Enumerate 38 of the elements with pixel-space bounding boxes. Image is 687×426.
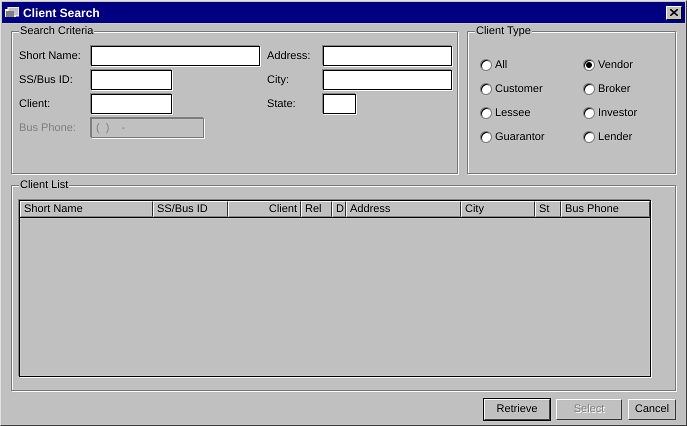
input-field[interactable] — [323, 70, 452, 90]
field-label: City: — [267, 72, 290, 88]
column-header[interactable]: Rel — [301, 201, 332, 217]
field-label: Client: — [19, 96, 52, 112]
input-field[interactable] — [91, 46, 260, 66]
close-icon — [670, 9, 678, 16]
column-header[interactable]: D — [332, 201, 346, 217]
field-label: State: — [267, 96, 297, 112]
client-list[interactable]: Short Name SS/Bus ID Client Rel D Address City St Bus Phone — [19, 200, 651, 377]
column-header[interactable]: Address — [346, 201, 461, 217]
field-label: Address: — [267, 48, 312, 64]
radio-option[interactable]: Vendor — [583, 53, 673, 77]
input-field[interactable] — [91, 70, 172, 90]
field-label: Short Name: — [19, 48, 82, 64]
radio-option[interactable]: Investor — [583, 101, 673, 125]
column-header[interactable]: Short Name — [20, 201, 153, 217]
column-header[interactable]: SS/Bus ID — [153, 201, 228, 217]
column-header[interactable]: St — [535, 201, 561, 217]
close-button[interactable] — [666, 6, 682, 20]
radio-option[interactable]: Lender — [583, 125, 673, 149]
column-header[interactable]: City — [461, 201, 535, 217]
radio-option[interactable]: All — [480, 53, 583, 77]
window-icon — [5, 6, 19, 18]
dialog-button[interactable]: Cancel — [628, 399, 676, 420]
field-label: Bus Phone: — [19, 120, 77, 136]
radio-option[interactable]: Lessee — [480, 101, 583, 125]
input-field[interactable] — [91, 94, 172, 114]
window-title: Client Search — [23, 4, 101, 22]
input-field[interactable] — [323, 94, 356, 114]
radio-option[interactable]: Customer — [480, 77, 583, 101]
radio-option[interactable]: Broker — [583, 77, 673, 101]
input-field[interactable] — [323, 46, 452, 66]
column-header[interactable]: Client — [228, 201, 301, 217]
column-header[interactable]: Bus Phone — [561, 201, 650, 217]
group-title: Client Type — [475, 25, 532, 38]
field-label: SS/Bus ID: — [19, 72, 74, 88]
radio-option[interactable]: Guarantor — [480, 125, 583, 149]
dialog-button[interactable]: Retrieve — [484, 399, 550, 420]
